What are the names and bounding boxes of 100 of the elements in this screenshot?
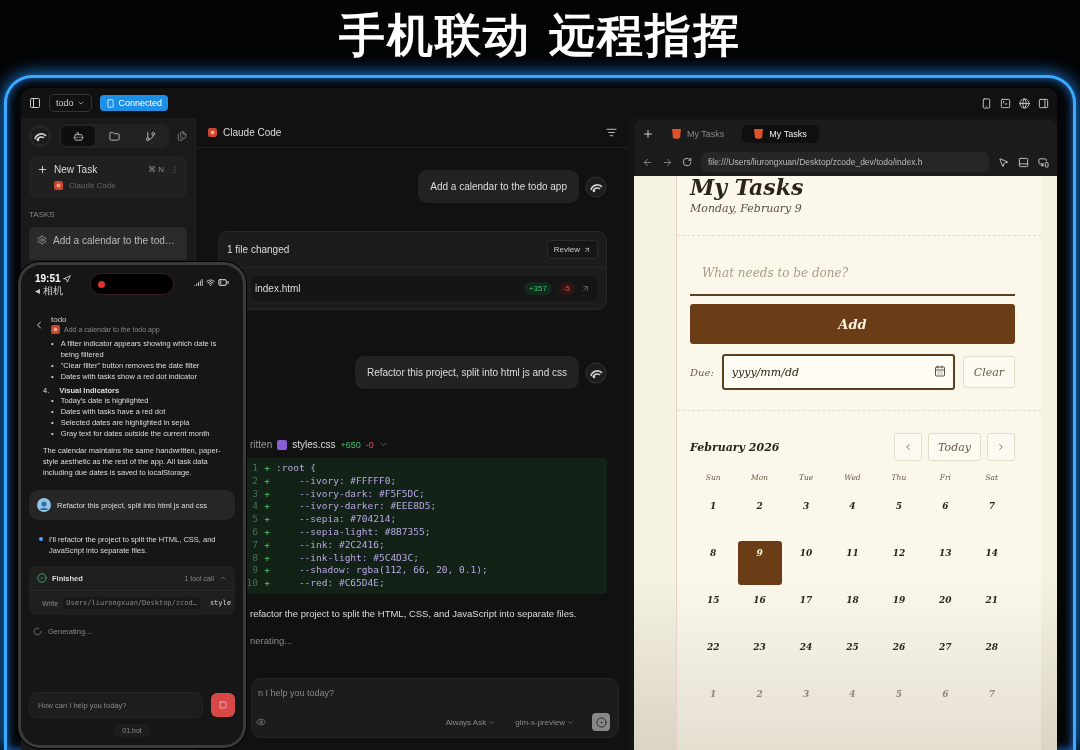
added-mark: + [263, 487, 271, 501]
back-icon[interactable] [642, 156, 653, 168]
list-icon[interactable] [606, 127, 617, 138]
chevron-down-icon [488, 718, 496, 726]
clear-button[interactable]: Clear [962, 356, 1015, 388]
calendar-day[interactable]: 24 [784, 635, 829, 679]
code-line: --ink: #2C2416; [297, 538, 385, 552]
calendar-day[interactable]: 20 [923, 588, 968, 632]
calendar-day[interactable]: 3 [784, 494, 829, 538]
calendar-day[interactable]: 15 [691, 588, 736, 632]
review-button[interactable]: Review [546, 240, 598, 259]
model-selector[interactable]: glm-x-preview [515, 717, 574, 727]
claude-icon [208, 128, 217, 137]
month-title: February 2026 [690, 440, 780, 454]
calendar-day[interactable]: 14 [969, 541, 1014, 585]
shortcut-text: ⌘ N [148, 165, 164, 174]
chat-title: todo [51, 315, 68, 324]
pointer-icon[interactable] [998, 156, 1009, 168]
calendar-day[interactable]: 5 [876, 494, 921, 538]
page-heading: My Tasks [690, 174, 805, 200]
added-count: +650 [340, 439, 361, 450]
branch-icon [144, 130, 156, 142]
task-input[interactable]: What needs to be done? [690, 256, 1015, 296]
browser-tab[interactable]: My Tasks [660, 125, 737, 143]
line-number: 9 [251, 564, 258, 578]
line-number: 10 [245, 577, 258, 590]
calendar-day[interactable]: 6 [923, 494, 968, 538]
added-mark: + [263, 564, 271, 578]
signal-icon [194, 278, 203, 287]
sidebar-tab[interactable] [61, 126, 95, 146]
calendar-day[interactable]: 28 [969, 635, 1014, 679]
calendar-day[interactable]: 27 [923, 635, 968, 679]
date-text: Monday, February 9 [690, 202, 803, 215]
calendar-day[interactable]: 12 [876, 541, 921, 585]
calendar-day[interactable]: 26 [876, 635, 921, 679]
address-field[interactable]: file:///Users/liurongxuan/Desktop/zcode_dev/todo/index.h [701, 152, 989, 172]
new-tab-icon[interactable] [642, 128, 654, 140]
back-app-link[interactable]: ◂ 相机 [35, 284, 71, 298]
reload-icon[interactable] [682, 157, 692, 167]
user-avatar-icon [37, 498, 51, 512]
calendar-day[interactable]: 21 [969, 588, 1014, 632]
calendar-day[interactable]: 1 [691, 494, 736, 538]
browser-tab[interactable]: My Tasks [742, 125, 819, 143]
due-label: Due: [690, 366, 714, 378]
forward-icon[interactable] [662, 156, 673, 168]
panel-bottom-icon[interactable] [1018, 156, 1029, 168]
devices-icon[interactable] [1038, 156, 1049, 168]
message-box[interactable]: n I help you today? Always Ask glm-x-preview [251, 678, 619, 738]
calendar-day[interactable]: 25 [830, 635, 875, 679]
code-line: --ink-light: #5C4D3C; [297, 551, 419, 565]
agent-title: Claude Code [223, 127, 282, 138]
calendar-day[interactable]: 4 [830, 494, 875, 538]
clock-text: 19:51 [35, 273, 61, 284]
task-item[interactable]: Add a calendar to the tod… [29, 227, 187, 260]
calendar-day[interactable]: 22 [691, 635, 736, 679]
status-dot [39, 537, 43, 541]
gear-icon [37, 235, 47, 245]
calendar-day[interactable]: 11 [830, 541, 875, 585]
mode-selector[interactable]: Always Ask [445, 717, 496, 727]
code-line: :root { [276, 462, 317, 475]
line-number: 4 [251, 500, 258, 514]
phone-icon[interactable] [981, 97, 992, 109]
send-button[interactable] [592, 713, 610, 731]
eye-icon[interactable] [256, 717, 266, 727]
calendar-day[interactable]: 17 [784, 588, 829, 632]
calendar-day[interactable]: 16 [737, 588, 782, 632]
terminal-icon[interactable] [1000, 97, 1011, 109]
calendar-day[interactable]: 18 [830, 588, 875, 632]
code-line: --red: #C65D4E; [297, 577, 385, 590]
check-circle-icon [37, 573, 47, 583]
calendar-day[interactable]: 10 [784, 541, 829, 585]
project-selector[interactable]: todo [49, 94, 92, 112]
added-mark: + [263, 538, 271, 552]
new-task-label: New Task [54, 164, 98, 175]
due-date-field[interactable]: yyyy/mm/dd [721, 354, 955, 390]
calendar-day[interactable]: 2 [737, 494, 782, 538]
calendar-day[interactable]: 8 [691, 541, 736, 585]
panel-right-icon[interactable] [1038, 97, 1049, 109]
calendar-day[interactable]: 7 [969, 494, 1014, 538]
calendar-day[interactable]: 13 [923, 541, 968, 585]
file-row[interactable]: index.html +357 -5 [251, 276, 598, 301]
line-number: 2 [251, 474, 258, 488]
chevron-down-icon[interactable] [378, 440, 388, 449]
claude-icon [51, 325, 60, 334]
add-button[interactable]: Add [690, 304, 1015, 344]
added-mark: + [263, 500, 271, 514]
calendar-day[interactable]: 9 [737, 541, 782, 585]
calendar-day[interactable]: 19 [876, 588, 921, 632]
recording-dot [98, 280, 106, 288]
code-line: --sepia-light: #8B7355; [297, 526, 431, 539]
globe-icon[interactable] [1019, 97, 1030, 109]
sidebar-toggle-icon[interactable] [29, 97, 41, 109]
calendar-icon[interactable] [933, 365, 946, 377]
today-button[interactable]: Today [928, 433, 981, 461]
line-number: 3 [251, 487, 258, 501]
calendar-day[interactable]: 23 [737, 635, 782, 679]
plus-icon [37, 164, 48, 175]
file-name: index.html [255, 283, 301, 294]
files-icon[interactable] [177, 130, 187, 142]
stop-button[interactable] [211, 693, 235, 717]
